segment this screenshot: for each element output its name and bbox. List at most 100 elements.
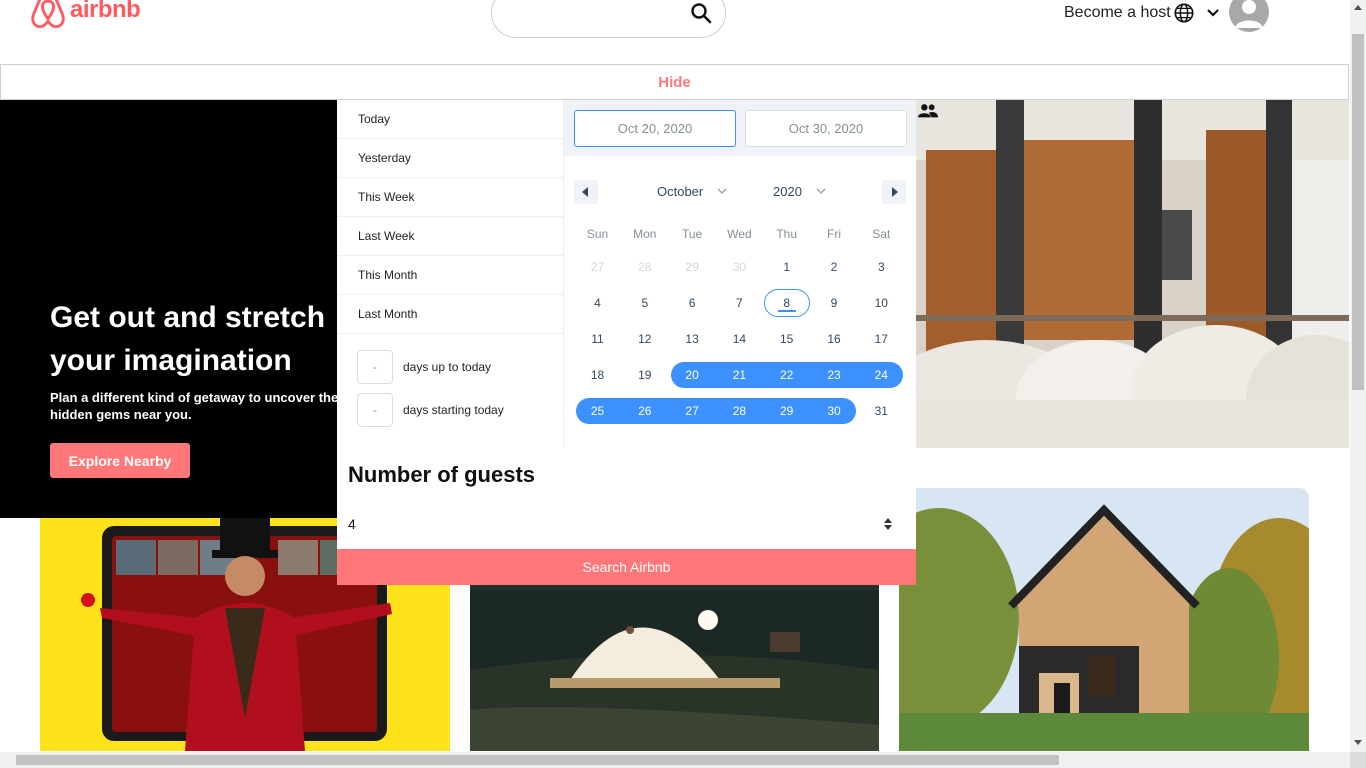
calendar-day[interactable]: 31 <box>858 398 905 424</box>
calendar-day[interactable]: 25 <box>574 398 621 424</box>
guests-title: Number of guests <box>348 462 536 487</box>
search-icon[interactable] <box>689 1 713 25</box>
calendar-day[interactable]: 21 <box>716 362 763 388</box>
calendar-day[interactable]: 20 <box>669 362 716 388</box>
hero-title-line: Get out and stretch <box>50 301 326 334</box>
vertical-scroll-thumb[interactable] <box>1352 34 1364 390</box>
airbnb-belo-icon <box>31 0 65 29</box>
arrow-right-icon <box>892 187 898 197</box>
calendar-day[interactable]: 1 <box>763 254 810 280</box>
calendar-day[interactable]: 19 <box>621 362 668 388</box>
calendar-day[interactable]: 4 <box>574 290 621 316</box>
hide-button[interactable]: Hide <box>0 64 1349 100</box>
days-up-to-today-label: days up to today <box>403 360 492 374</box>
chevron-down-icon <box>717 188 727 195</box>
days-starting-today-input[interactable]: - <box>357 393 393 427</box>
calendar-day[interactable]: 8 <box>763 290 810 316</box>
range-this-week[interactable]: This Week <box>337 178 563 217</box>
hero-title: Get out and stretch your imagination <box>50 296 380 382</box>
calendar-day[interactable]: 15 <box>763 326 810 352</box>
calendar-day[interactable]: 29 <box>763 398 810 424</box>
month-select[interactable]: October <box>657 184 727 199</box>
hero-title-line: your imagination <box>50 344 292 377</box>
calendar-day[interactable]: 28 <box>621 254 668 280</box>
calendar-day[interactable]: 14 <box>716 326 763 352</box>
scroll-up-arrow-icon[interactable] <box>1354 5 1362 10</box>
calendar-day[interactable]: 3 <box>858 254 905 280</box>
range-last-month[interactable]: Last Month <box>337 295 563 334</box>
start-date-field[interactable]: Oct 20, 2020 <box>574 110 736 147</box>
calendar-day[interactable]: 16 <box>811 326 858 352</box>
calendar-day[interactable]: 30 <box>811 398 858 424</box>
cabin-illustration <box>899 488 1309 751</box>
month-value: October <box>657 184 704 199</box>
prev-month-button[interactable] <box>574 180 598 204</box>
calendar-day[interactable]: 12 <box>621 326 668 352</box>
people-icon <box>917 104 939 118</box>
range-this-month[interactable]: This Month <box>337 256 563 295</box>
hero-subtitle: Plan a different kind of getaway to unco… <box>50 389 337 423</box>
days-starting-today-label: days starting today <box>403 403 504 417</box>
calendar-day[interactable]: 26 <box>621 398 668 424</box>
next-month-button[interactable] <box>882 180 906 204</box>
calendar-day[interactable]: 27 <box>574 254 621 280</box>
arrow-left-icon <box>582 187 588 197</box>
date-display: Oct 20, 2020 Oct 30, 2020 <box>564 100 916 156</box>
search-bar[interactable] <box>491 0 726 38</box>
calendar-day[interactable]: 22 <box>763 362 810 388</box>
explore-nearby-button[interactable]: Explore Nearby <box>50 443 190 478</box>
horizontal-scroll-thumb[interactable] <box>16 755 1059 765</box>
hero-interior-photo <box>916 100 1349 448</box>
become-host-link[interactable]: Become a host <box>1064 4 1171 22</box>
chevron-down-icon[interactable] <box>1205 5 1221 21</box>
days-up-to-today-input[interactable]: - <box>357 350 393 384</box>
guests-panel: Number of guests <box>337 448 916 549</box>
calendar-day[interactable]: 9 <box>811 290 858 316</box>
input-range-up-to-today: - days up to today <box>357 350 491 384</box>
hero-subtitle-line: hidden gems near you. <box>50 407 192 422</box>
calendar-day[interactable]: 10 <box>858 290 905 316</box>
calendar-day[interactable]: 23 <box>811 362 858 388</box>
weekday-label: Tue <box>681 227 703 241</box>
calendar-day[interactable]: 13 <box>669 326 716 352</box>
calendar-day[interactable]: 28 <box>716 398 763 424</box>
calendar-day[interactable]: 6 <box>669 290 716 316</box>
range-yesterday[interactable]: Yesterday <box>337 139 563 178</box>
experience-card-cabin[interactable] <box>899 488 1309 751</box>
input-range-starting-today: - days starting today <box>357 393 504 427</box>
calendar-day[interactable]: 27 <box>669 398 716 424</box>
date-range-picker: Today Yesterday This Week Last Week This… <box>337 100 916 448</box>
calendar-day[interactable]: 18 <box>574 362 621 388</box>
year-select[interactable]: 2020 <box>773 184 826 199</box>
calendar-day[interactable]: 11 <box>574 326 621 352</box>
search-airbnb-button[interactable]: Search Airbnb <box>337 549 916 585</box>
weekday-label: Thu <box>776 227 798 241</box>
calendar-day[interactable]: 29 <box>669 254 716 280</box>
weekday-label: Wed <box>727 227 752 241</box>
vertical-scrollbar[interactable] <box>1350 0 1366 752</box>
calendar-day[interactable]: 24 <box>858 362 905 388</box>
number-spinner-icon[interactable] <box>883 517 893 531</box>
chevron-down-icon <box>816 188 826 195</box>
scrollbar-corner <box>1350 752 1366 768</box>
range-today[interactable]: Today <box>337 100 563 139</box>
page: airbnb Become a host Hide Get out and st… <box>0 0 1366 768</box>
weekday-label: Sun <box>586 227 609 241</box>
scroll-down-arrow-icon[interactable] <box>1354 740 1362 745</box>
end-date-field[interactable]: Oct 30, 2020 <box>745 110 907 147</box>
interior-illustration <box>916 100 1349 448</box>
user-avatar[interactable] <box>1229 0 1269 32</box>
range-last-week[interactable]: Last Week <box>337 217 563 256</box>
calendar-day[interactable]: 2 <box>811 254 858 280</box>
guests-number-input[interactable] <box>348 514 898 534</box>
user-icon <box>1235 0 1263 28</box>
calendar-day[interactable]: 5 <box>621 290 668 316</box>
calendar-day[interactable]: 17 <box>858 326 905 352</box>
airbnb-logo[interactable]: airbnb <box>30 0 141 30</box>
calendar-day[interactable]: 30 <box>716 254 763 280</box>
globe-icon[interactable] <box>1173 2 1195 24</box>
horizontal-scrollbar[interactable] <box>0 752 1350 768</box>
weekday-label: Sat <box>872 227 891 241</box>
logo-text: airbnb <box>70 0 141 23</box>
calendar-day[interactable]: 7 <box>716 290 763 316</box>
